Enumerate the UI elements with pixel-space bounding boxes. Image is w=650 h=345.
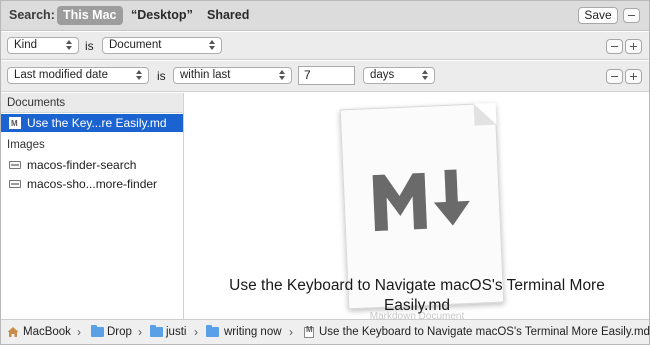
attribute-popup-kind[interactable]: Kind bbox=[7, 37, 79, 54]
attribute-label: Kind bbox=[14, 39, 38, 51]
path-separator-icon: › bbox=[138, 325, 142, 339]
path-crumb-dropbox[interactable]: Drop bbox=[107, 326, 132, 338]
list-item[interactable]: macos-sho...more-finder bbox=[1, 175, 183, 193]
amount-input[interactable]: 7 bbox=[298, 66, 355, 85]
section-header-images: Images bbox=[7, 139, 45, 151]
image-file-icon bbox=[9, 161, 21, 169]
kind-value-label: Document bbox=[109, 39, 162, 51]
scope-this-mac[interactable]: This Mac bbox=[57, 6, 123, 25]
chevron-updown-icon bbox=[65, 40, 73, 51]
folder-icon bbox=[91, 325, 104, 337]
path-crumb-macbook[interactable]: MacBook bbox=[23, 326, 71, 338]
path-crumb-file[interactable]: Use the Keyboard to Navigate macOS's Ter… bbox=[319, 326, 650, 338]
date-operator-label: within last bbox=[180, 69, 231, 81]
list-item[interactable]: Use the Key...re Easily.md bbox=[1, 114, 183, 133]
section-header-documents: Documents bbox=[1, 93, 183, 113]
folder-icon bbox=[150, 325, 163, 337]
list-item[interactable]: macos-finder-search bbox=[1, 156, 183, 174]
preview-pane: Markdown Document Use the Keyboard to Na… bbox=[185, 93, 649, 319]
path-separator-icon: › bbox=[289, 325, 293, 339]
attribute-label: Last modified date bbox=[14, 69, 108, 81]
search-scope-bar: Search: This Mac “Desktop” Shared Save bbox=[1, 1, 649, 31]
folder-icon bbox=[206, 325, 219, 337]
chevron-updown-icon bbox=[278, 70, 286, 81]
kind-value-popup[interactable]: Document bbox=[102, 37, 222, 54]
connector-is: is bbox=[157, 69, 166, 83]
markdown-logo-icon bbox=[372, 169, 470, 232]
criteria-row-kind: Kind is Document bbox=[1, 32, 649, 60]
image-file-icon bbox=[9, 180, 21, 188]
scope-desktop[interactable]: “Desktop” bbox=[125, 6, 199, 25]
path-separator-icon: › bbox=[194, 325, 198, 339]
list-item-label: Use the Key...re Easily.md bbox=[27, 116, 167, 130]
list-item-label: macos-sho...more-finder bbox=[27, 177, 158, 191]
attribute-popup-date[interactable]: Last modified date bbox=[7, 67, 149, 84]
preview-title-line1: Use the Keyboard to Navigate macOS's Ter… bbox=[229, 277, 605, 294]
markdown-file-icon bbox=[9, 115, 21, 133]
unit-label: days bbox=[370, 69, 395, 81]
scope-shared[interactable]: Shared bbox=[201, 6, 255, 25]
chevron-updown-icon bbox=[208, 40, 216, 51]
date-operator-popup[interactable]: within last bbox=[173, 67, 292, 84]
add-criterion-button[interactable] bbox=[625, 69, 642, 84]
page-fold bbox=[473, 102, 497, 126]
chevron-updown-icon bbox=[135, 70, 143, 81]
search-label: Search: bbox=[9, 8, 55, 22]
save-button[interactable]: Save bbox=[578, 7, 618, 24]
preview-title-line2: Easily.md bbox=[383, 297, 451, 314]
path-crumb-writing-now[interactable]: writing now bbox=[224, 326, 282, 338]
unit-popup[interactable]: days bbox=[363, 67, 435, 84]
chevron-updown-icon bbox=[421, 70, 429, 81]
path-bar: MacBook › Drop › justi › writing now › U… bbox=[1, 319, 650, 344]
remove-criterion-button[interactable] bbox=[606, 39, 623, 54]
home-icon bbox=[7, 327, 19, 337]
path-crumb-justin[interactable]: justi bbox=[166, 326, 186, 338]
add-criterion-button[interactable] bbox=[625, 39, 642, 54]
remove-search-button[interactable] bbox=[623, 8, 640, 23]
list-item-label: macos-finder-search bbox=[27, 158, 137, 172]
path-separator-icon: › bbox=[77, 325, 81, 339]
finder-search-window: Search: This Mac “Desktop” Shared Save K… bbox=[0, 0, 650, 345]
connector-is: is bbox=[85, 39, 94, 53]
results-list: Documents Use the Key...re Easily.md Ima… bbox=[1, 93, 184, 319]
markdown-file-icon bbox=[304, 325, 314, 338]
criteria-row-modified-date: Last modified date is within last 7 days bbox=[1, 61, 649, 92]
remove-criterion-button[interactable] bbox=[606, 69, 623, 84]
